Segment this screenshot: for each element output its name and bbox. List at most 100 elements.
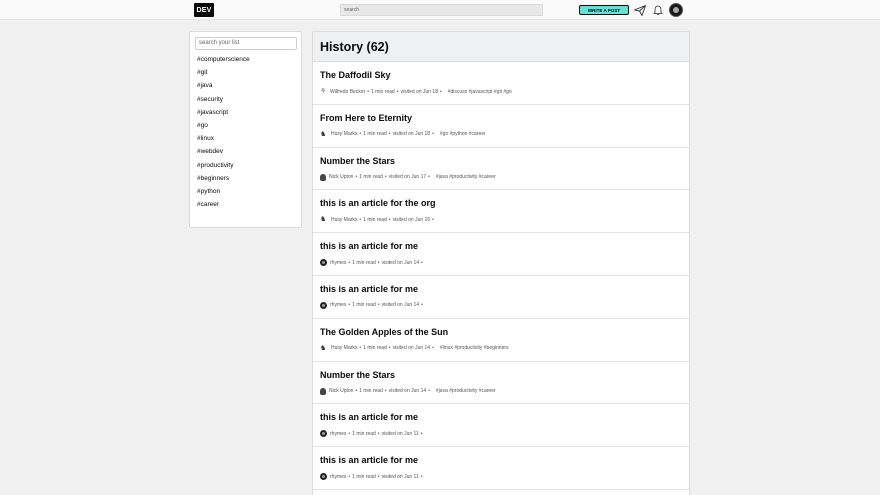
article-title[interactable]: this is an article for the org (320, 198, 436, 208)
sidebar-tag[interactable]: #career (197, 198, 250, 211)
article-item[interactable]: From Here to Eternity ♞ Husy Marks • 1 min r… (313, 105, 689, 148)
article-item[interactable]: this is an article for me rhymes • 1 min re… (313, 404, 689, 448)
list-search-input[interactable]: search your list (195, 37, 297, 50)
read-time: 1 min read (352, 259, 376, 266)
visited-date: visited on Jun 18 (400, 88, 438, 95)
sidebar-tag[interactable]: #linux (197, 132, 250, 145)
article-title[interactable]: this is an article for me (320, 412, 418, 422)
separator: • (388, 216, 391, 223)
author-avatar[interactable]: ♞ (320, 216, 328, 223)
visited-date: visited on Jun 16 (392, 216, 431, 223)
article-title[interactable]: Number the Stars (320, 370, 395, 380)
separator: • (439, 88, 442, 95)
article-title[interactable]: this is an article for me (320, 284, 418, 294)
top-navbar: DEV search WRITE A POST (0, 0, 880, 20)
separator: • (355, 388, 358, 395)
sidebar-tag[interactable]: #security (197, 93, 250, 106)
author-name[interactable]: Husy Marks (331, 131, 357, 137)
author-avatar[interactable] (320, 301, 327, 309)
sidebar-tag[interactable]: #beginners (197, 172, 250, 185)
author-avatar[interactable]: ⚘ (320, 88, 327, 95)
article-tags[interactable]: #discuss #javascript #git #go (448, 89, 512, 95)
article-tags[interactable]: #go #python #career (440, 131, 486, 137)
article-item[interactable]: this is an article for me rhymes • 1 min re… (313, 233, 689, 276)
separator: • (348, 302, 351, 309)
separator: • (428, 174, 430, 181)
author-name[interactable]: Husy Marks (331, 345, 357, 351)
sidebar-tag[interactable]: #java (197, 79, 250, 92)
article-item[interactable]: The Golden Apples of the Sun ♞ Husy Marks •… (313, 319, 689, 362)
author-name[interactable]: rhymes (330, 474, 346, 480)
separator: • (367, 88, 370, 95)
sidebar-tag[interactable]: #javascript (197, 106, 250, 119)
author-avatar[interactable] (320, 387, 326, 395)
user-avatar[interactable] (669, 3, 683, 17)
author-avatar[interactable] (320, 473, 327, 481)
sidebar-tag[interactable]: #git (197, 66, 250, 79)
author-name[interactable]: Nick Upton (329, 388, 353, 394)
separator: • (377, 473, 380, 480)
visited-date: visited on Jun 11 (381, 473, 419, 480)
separator: • (348, 430, 351, 437)
article-meta: ⚘ Wilfredo Becker • 1 min read • visited on J… (320, 88, 512, 95)
read-time: 1 min read (363, 131, 387, 138)
article-title[interactable]: Number the Stars (320, 156, 395, 166)
sidebar-tag[interactable]: #computerscience (197, 53, 250, 66)
send-icon[interactable] (634, 4, 646, 16)
article-title[interactable]: The Golden Apples of the Sun (320, 327, 448, 337)
separator: • (388, 345, 391, 352)
separator: • (348, 259, 351, 266)
separator: • (384, 174, 387, 181)
sidebar-tag[interactable]: #productivity (197, 159, 250, 172)
separator: • (388, 131, 391, 138)
article-meta: Nick Upton • 1 min read • visited on Jun 14 •… (320, 387, 496, 395)
author-avatar[interactable] (320, 430, 327, 438)
author-name[interactable]: rhymes (330, 302, 346, 308)
article-item[interactable]: Number the Stars Nick Upton • 1 min read • vi… (313, 362, 689, 405)
separator: • (428, 388, 430, 395)
article-title[interactable]: this is an article for me (320, 241, 418, 251)
article-title[interactable]: From Here to Eternity (320, 113, 412, 123)
article-item[interactable]: this is an article for the org ♞ Husy Mark… (313, 190, 689, 234)
separator: • (377, 430, 380, 437)
visited-date: visited on Jun 11 (381, 430, 419, 437)
author-name[interactable]: rhymes (330, 431, 346, 437)
author-name[interactable]: Nick Upton (329, 174, 353, 180)
separator: • (359, 216, 362, 223)
sidebar-tag[interactable]: #webdev (197, 145, 250, 158)
article-meta: ♞ Husy Marks • 1 min read • visited on Jun 16… (320, 216, 440, 223)
article-item[interactable]: The Daffodil Sky ⚘ Wilfredo Becker • 1 min r… (313, 62, 689, 105)
article-item[interactable]: Number the Stars Nick Upton • 1 min read • vi… (313, 148, 689, 191)
read-time: 1 min read (359, 174, 383, 181)
separator: • (384, 388, 387, 395)
article-item[interactable]: this is an article for me rhymes • 1 min re… (313, 276, 689, 319)
author-avatar[interactable]: ♞ (320, 345, 328, 352)
author-name[interactable]: rhymes (330, 260, 346, 266)
search-input[interactable]: search (340, 4, 543, 16)
author-name[interactable]: Wilfredo Becker (330, 89, 365, 95)
bell-icon[interactable] (652, 4, 664, 16)
author-name[interactable]: Husy Marks (331, 217, 357, 223)
sidebar-tag[interactable]: #go (197, 119, 250, 132)
separator: • (348, 473, 351, 480)
dev-logo[interactable]: DEV (194, 3, 214, 17)
article-title[interactable]: this is an article for me (320, 455, 418, 465)
visited-date: visited on Jun 18 (392, 131, 431, 138)
author-avatar[interactable]: ♞ (320, 131, 328, 138)
separator: • (432, 216, 434, 223)
read-time: 1 min read (371, 88, 395, 95)
article-tags[interactable]: #java #productivity #career (436, 388, 496, 394)
write-post-button[interactable]: WRITE A POST (579, 5, 629, 15)
sidebar-tag[interactable]: #python (197, 185, 250, 198)
separator: • (432, 131, 434, 138)
article-title[interactable]: The Daffodil Sky (320, 70, 391, 80)
article-tags[interactable]: #java #productivity #career (436, 174, 496, 180)
separator: • (396, 88, 399, 95)
author-avatar[interactable] (320, 259, 327, 267)
author-avatar[interactable] (320, 173, 326, 181)
article-tags[interactable]: #linux #productivity #beginners (440, 345, 509, 351)
history-panel: History (62) The Daffodil Sky ⚘ Wilfredo B… (312, 31, 690, 495)
separator: • (420, 473, 423, 480)
article-item[interactable]: this is an article for me rhymes • 1 min re… (313, 447, 689, 490)
separator: • (432, 345, 434, 352)
